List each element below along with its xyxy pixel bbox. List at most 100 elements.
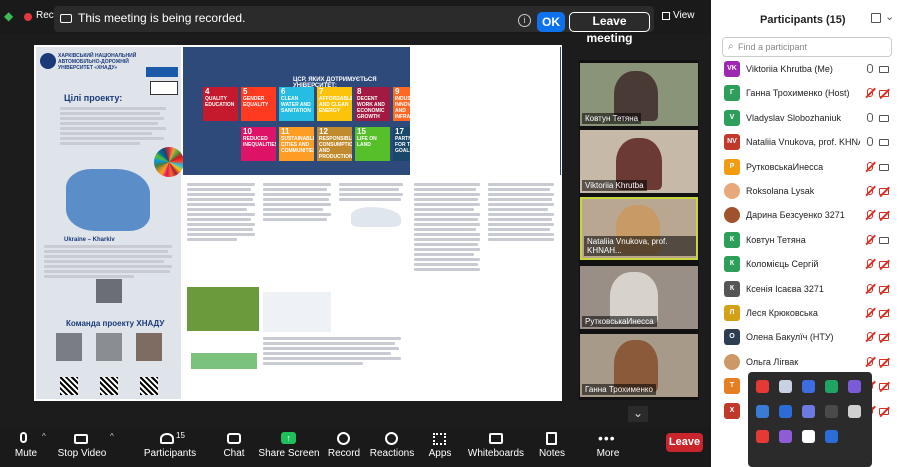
participant-row[interactable]: VK Viktoriia Khrutba (Me) (711, 58, 900, 81)
tray-app-icon[interactable] (779, 430, 792, 443)
sdg-goal-number: 6 (281, 87, 286, 96)
mic-options-chevron-icon[interactable]: ^ (42, 432, 46, 441)
video-options-chevron-icon[interactable]: ^ (110, 432, 114, 441)
participant-row[interactable]: Roksolana Lysak (711, 180, 900, 203)
sdg-goal-tile: 11 SUSTAINABLE CITIES AND COMMUNITIES (279, 127, 314, 161)
sdg-goal-number: 8 (357, 87, 362, 96)
share-screen-icon: ↑ (281, 432, 296, 444)
chat-button[interactable]: Chat (218, 430, 250, 464)
tray-app-icon[interactable] (825, 405, 838, 418)
participant-tile[interactable]: Ковтун Тетяна (580, 63, 698, 126)
participant-row[interactable]: Ольга Лігвак (711, 351, 900, 374)
sdg-goal-tile: 12RESPONSIBLE CONSUMPTION AND PRODUCTION (317, 127, 352, 161)
stop-video-button[interactable]: Stop Video (58, 430, 106, 464)
participant-row[interactable]: Л Леся Крюковська (711, 302, 900, 325)
participants-count: 15 (176, 431, 185, 440)
goal-heading: Цілі проекту: (64, 93, 123, 103)
tray-app-icon[interactable] (802, 430, 815, 443)
sdg-goal-number: 11 (281, 127, 290, 136)
leave-meeting-button[interactable]: Leave meeting (569, 12, 650, 45)
avatar: Г (724, 85, 740, 102)
university-logo (40, 53, 56, 69)
participant-row[interactable]: V Vladyslav Slobozhaniuk (711, 107, 900, 130)
stop-video-label: Stop Video (57, 448, 107, 459)
tray-app-icon[interactable] (802, 405, 815, 418)
participant-name: Viktoriia Khrutba (Me) (746, 64, 833, 74)
participants-button[interactable]: 15 Participants (140, 430, 200, 464)
avatar: Л (724, 305, 740, 321)
participant-row[interactable]: К Ксенія Ісаєва 3271 (711, 278, 900, 301)
reactions-button[interactable]: Reactions (370, 430, 414, 464)
avatar: К (724, 256, 740, 273)
tile-name: Nataliia Vnukova, prof. KHNAH... (584, 236, 696, 256)
participant-row[interactable]: Г Ганна Трохименко (Host) (711, 82, 900, 105)
microphone-icon (867, 137, 873, 147)
sdg-goal-label: REDUCED INEQUALITIES (243, 136, 276, 148)
sdg-goal-tile: 5 GENDER EQUALITY (241, 87, 276, 121)
view-button[interactable]: View (673, 10, 695, 21)
whiteboards-button[interactable]: Whiteboards (468, 430, 524, 464)
microphone-icon (20, 432, 27, 443)
tray-app-icon[interactable] (756, 430, 769, 443)
minimize-icon[interactable]: ⌄ (885, 10, 894, 23)
avatar: NV (724, 134, 740, 151)
view-grid-icon[interactable] (662, 12, 670, 20)
more-button[interactable]: ••• More (592, 430, 624, 464)
notes-button[interactable]: Notes (536, 430, 568, 464)
team-heading: Команда проекту ХНАДУ (66, 319, 165, 328)
team-photo (56, 333, 82, 361)
sdg-goal-tile: 10 REDUCED INEQUALITIES (241, 127, 276, 161)
tray-app-icon[interactable] (848, 405, 861, 418)
participant-tile[interactable]: Viktoriia Khrutba (580, 130, 698, 193)
participant-row[interactable]: NV Nataliia Vnukova, prof. KHNAHU... (711, 131, 900, 154)
logos-strip (263, 292, 331, 332)
participant-row[interactable]: Дарина Безсуенко 3271 (711, 204, 900, 227)
people-icon (160, 433, 174, 444)
shield-icon[interactable]: ◆ (4, 9, 16, 23)
participant-tile[interactable]: РутковськаИнесса (580, 266, 698, 329)
participant-row[interactable]: К Коломієць Сергій (711, 253, 900, 276)
sdg-goal-number: 15 (357, 127, 366, 136)
popout-icon[interactable] (871, 13, 881, 23)
share-screen-button[interactable]: ↑ Share Screen (258, 430, 320, 464)
scroll-down-arrow-icon[interactable]: ⌄ (628, 406, 648, 422)
participant-tile-active-speaker[interactable]: Nataliia Vnukova, prof. KHNAH... (580, 197, 698, 260)
record-button[interactable]: Record (326, 430, 362, 464)
record-icon (337, 432, 350, 445)
avatar: О (724, 329, 740, 346)
chat-bubble-icon (227, 433, 241, 444)
sdg-goal-label: DECENT WORK AND ECONOMIC GROWTH (357, 96, 385, 120)
recording-message: This meeting is being recorded. (78, 11, 246, 25)
more-dots-icon: ••• (598, 430, 616, 446)
system-tray-overflow (748, 372, 872, 467)
tray-app-icon[interactable] (756, 405, 769, 418)
sdg-goal-number: 9 (395, 87, 400, 96)
tray-app-icon[interactable] (825, 380, 838, 393)
sdg-goal-tile: 4 QUALITY EDUCATION (203, 87, 238, 121)
participant-name: Леся Крюковська (746, 308, 818, 318)
video-camera-icon (879, 236, 889, 244)
apps-button[interactable]: Apps (424, 430, 456, 464)
participant-row[interactable]: К Ковтун Тетяна (711, 229, 900, 252)
sdg-goal-number: 10 (243, 127, 252, 136)
ok-button[interactable]: OK (537, 12, 565, 32)
rector-photo (96, 279, 122, 303)
tile-name: Ковтун Тетяна (582, 113, 642, 124)
participant-tile[interactable]: Ганна Трохименко (580, 334, 698, 397)
video-camera-icon (879, 163, 889, 171)
microphone-icon (867, 64, 873, 73)
tray-app-icon[interactable] (802, 380, 815, 393)
tray-app-icon[interactable] (779, 405, 792, 418)
tray-app-icon[interactable] (825, 430, 838, 443)
mute-button[interactable]: Mute (10, 430, 42, 464)
leave-button[interactable]: Leave (666, 433, 703, 452)
text-column (414, 183, 482, 271)
apps-grid-icon (433, 433, 446, 445)
info-icon[interactable]: i (518, 14, 531, 27)
tray-app-icon[interactable] (779, 380, 792, 393)
map-caption: Ukraine – Kharkiv (64, 237, 115, 243)
participant-row[interactable]: О Олена Бакулїч (НТУ) (711, 326, 900, 349)
tray-app-icon[interactable] (848, 380, 861, 393)
tray-app-icon[interactable] (756, 380, 769, 393)
participant-row[interactable]: Р РутковськаИнесса (711, 156, 900, 179)
